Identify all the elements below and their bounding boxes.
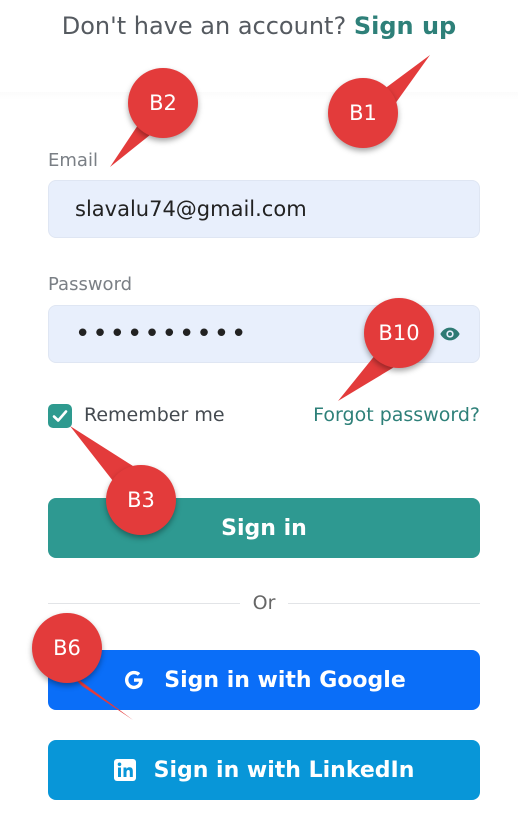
annotation-badge-b6: B6 — [32, 613, 102, 683]
annotation-badge-b10: B10 — [364, 298, 434, 368]
annotation-badge-b1: B1 — [328, 78, 398, 148]
annotation-arrows — [67, 55, 430, 720]
annotation-badge-b3: B3 — [106, 465, 176, 535]
annotation-badge-b2: B2 — [128, 68, 198, 138]
